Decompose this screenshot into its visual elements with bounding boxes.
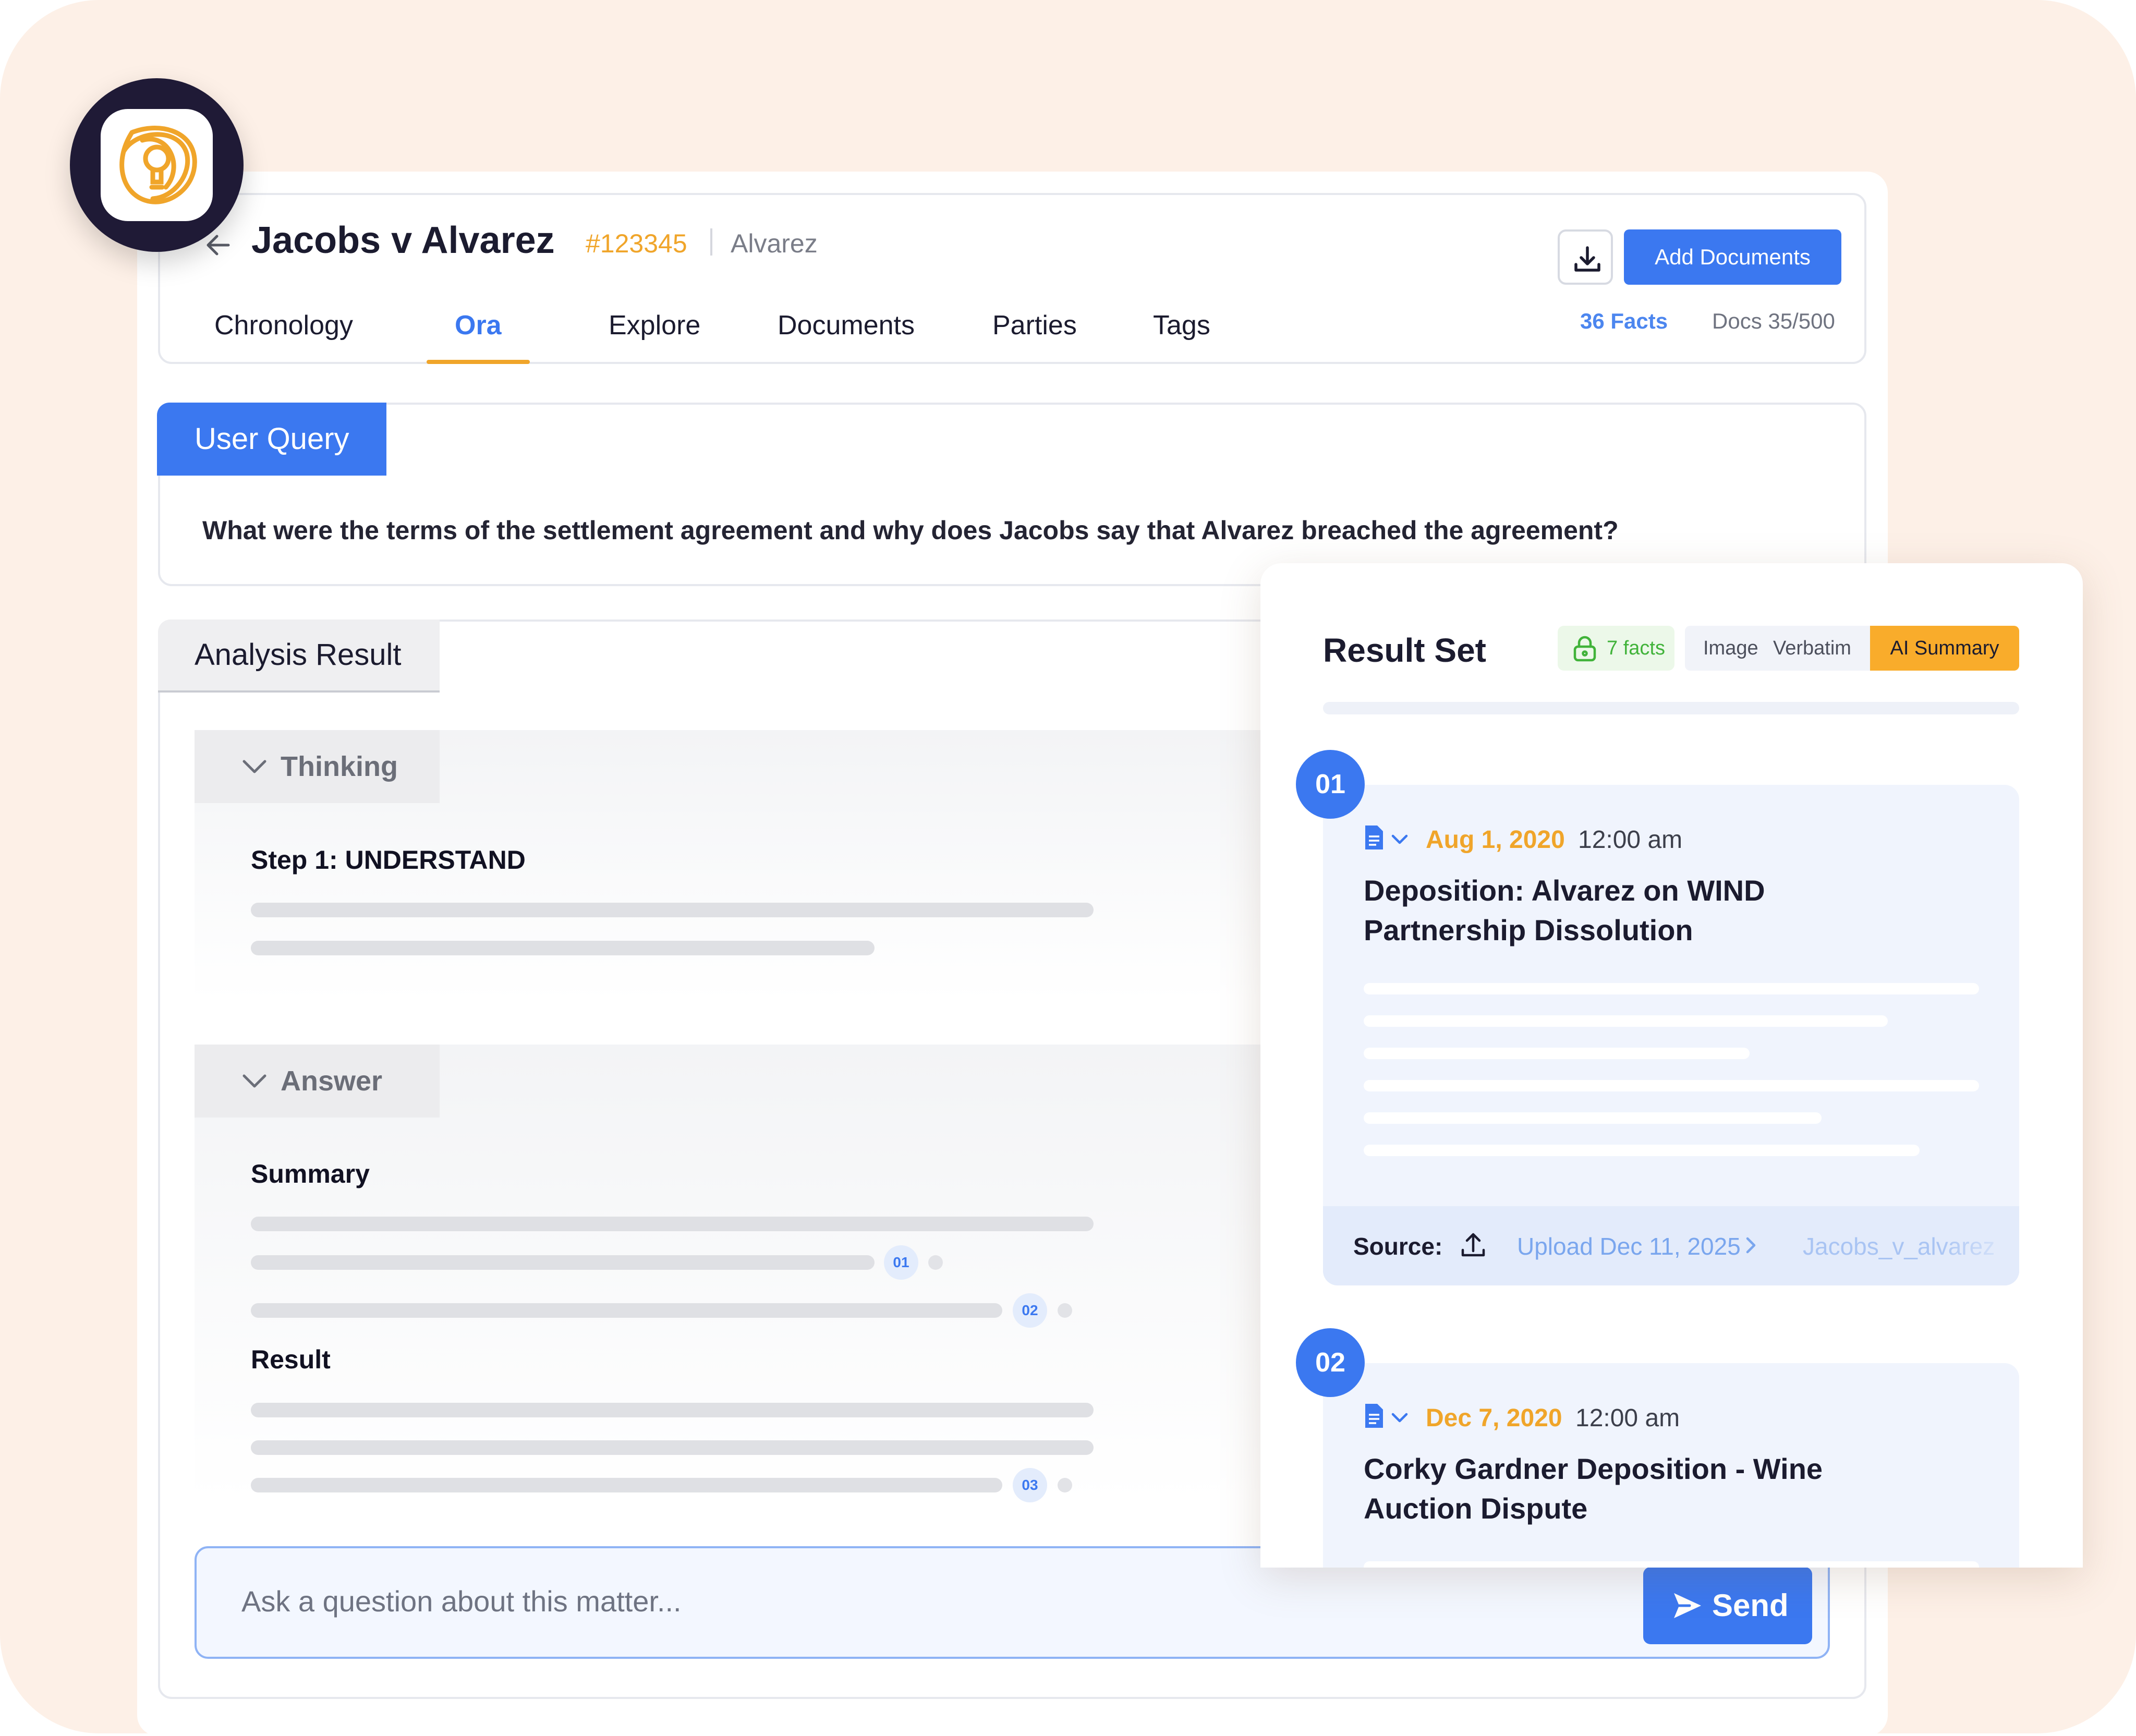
app-logo-icon bbox=[119, 126, 197, 204]
citation-badge[interactable]: 01 bbox=[884, 1245, 918, 1280]
fact-time: 12:00 am bbox=[1578, 826, 1683, 854]
placeholder-line bbox=[1364, 1112, 1822, 1124]
chevron-down-icon[interactable] bbox=[1391, 834, 1409, 845]
fact-date: Dec 7, 2020 bbox=[1426, 1404, 1562, 1432]
user-query-text: What were the terms of the settlement ag… bbox=[202, 516, 1619, 545]
analysis-result-tab[interactable]: Analysis Result bbox=[158, 620, 440, 693]
placeholder-line bbox=[1364, 983, 1979, 994]
placeholder-line bbox=[251, 1303, 1002, 1318]
step-heading: Step 1: UNDERSTAND bbox=[251, 845, 526, 875]
send-button[interactable]: Send bbox=[1643, 1567, 1812, 1644]
summary-heading: Summary bbox=[251, 1159, 370, 1188]
placeholder-line bbox=[251, 1478, 1002, 1492]
send-label: Send bbox=[1712, 1588, 1789, 1623]
title-divider bbox=[710, 228, 712, 256]
download-button[interactable] bbox=[1558, 229, 1613, 285]
download-icon bbox=[1574, 246, 1600, 272]
source-fade bbox=[1938, 1206, 2019, 1285]
answer-label: Answer bbox=[281, 1065, 383, 1097]
placeholder-line bbox=[251, 1217, 1094, 1231]
case-number: #123345 bbox=[586, 229, 687, 258]
tab-ora[interactable]: Ora bbox=[455, 310, 502, 341]
lock-icon bbox=[1573, 636, 1596, 662]
fact-number-badge: 01 bbox=[1296, 750, 1365, 819]
question-input-placeholder: Ask a question about this matter... bbox=[241, 1585, 682, 1618]
result-heading: Result bbox=[251, 1345, 331, 1374]
citation-dot bbox=[1058, 1478, 1072, 1492]
facts-count[interactable]: 36 Facts bbox=[1580, 309, 1668, 334]
app-logo bbox=[70, 78, 244, 252]
toggle-verbatim[interactable]: Verbatim bbox=[1773, 626, 1851, 671]
tab-chronology[interactable]: Chronology bbox=[214, 310, 353, 341]
placeholder-line bbox=[251, 1255, 875, 1270]
fact-card[interactable]: Aug 1, 2020 12:00 am Deposition: Alvarez… bbox=[1323, 785, 2019, 1285]
fact-date: Aug 1, 2020 bbox=[1426, 826, 1565, 854]
placeholder-line bbox=[1364, 1080, 1979, 1091]
upload-icon bbox=[1461, 1233, 1485, 1257]
chevron-down-icon bbox=[242, 1074, 266, 1088]
thinking-label: Thinking bbox=[281, 751, 398, 782]
fact-card[interactable]: Dec 7, 2020 12:00 am Corky Gardner Depos… bbox=[1323, 1363, 2019, 1568]
send-icon bbox=[1674, 1593, 1701, 1618]
citation-badge[interactable]: 03 bbox=[1013, 1468, 1047, 1502]
chevron-down-icon[interactable] bbox=[1391, 1412, 1409, 1424]
citation-badge[interactable]: 02 bbox=[1013, 1293, 1047, 1328]
placeholder-line bbox=[1364, 1015, 1888, 1027]
result-set-title: Result Set bbox=[1323, 632, 1486, 669]
placeholder-line bbox=[251, 941, 875, 955]
placeholder-line bbox=[1364, 1561, 1979, 1568]
placeholder-line bbox=[251, 1440, 1094, 1455]
chevron-right-icon bbox=[1746, 1237, 1756, 1254]
case-party: Alvarez bbox=[731, 229, 818, 258]
facts-chip[interactable]: 7 facts bbox=[1558, 626, 1674, 671]
user-query-card bbox=[158, 403, 1866, 586]
document-icon bbox=[1365, 825, 1383, 849]
citation-dot bbox=[1058, 1303, 1072, 1318]
tab-documents[interactable]: Documents bbox=[778, 310, 915, 341]
placeholder-line bbox=[1364, 1145, 1920, 1156]
fact-source: Source: Upload Dec 11, 2025 Jacobs_v_alv… bbox=[1323, 1206, 2019, 1285]
case-title: Jacobs v Alvarez bbox=[251, 220, 555, 261]
answer-toggle[interactable]: Answer bbox=[195, 1045, 440, 1118]
result-set-divider bbox=[1323, 702, 2019, 714]
fact-number-badge: 02 bbox=[1296, 1328, 1365, 1397]
placeholder-line bbox=[251, 1403, 1094, 1417]
view-toggle-group: Image Verbatim bbox=[1685, 626, 1870, 671]
thinking-toggle[interactable]: Thinking bbox=[195, 730, 440, 803]
source-upload-link[interactable]: Upload Dec 11, 2025 bbox=[1517, 1232, 1741, 1260]
document-icon bbox=[1365, 1404, 1383, 1428]
fact-title: Deposition: Alvarez on WIND Partnership … bbox=[1364, 874, 1765, 946]
fact-title: Corky Gardner Deposition - Wine Auction … bbox=[1364, 1452, 1823, 1525]
toggle-ai-summary[interactable]: AI Summary bbox=[1870, 626, 2019, 671]
tab-tags[interactable]: Tags bbox=[1153, 310, 1210, 341]
toggle-image[interactable]: Image bbox=[1703, 626, 1758, 671]
source-label: Source: bbox=[1353, 1233, 1443, 1260]
tab-explore[interactable]: Explore bbox=[609, 310, 700, 341]
facts-chip-label: 7 facts bbox=[1607, 637, 1665, 659]
placeholder-line bbox=[1364, 1048, 1750, 1059]
citation-dot bbox=[928, 1255, 943, 1270]
fact-time: 12:00 am bbox=[1575, 1404, 1680, 1432]
user-query-label: User Query bbox=[157, 403, 386, 476]
add-documents-button[interactable]: Add Documents bbox=[1624, 229, 1841, 285]
active-tab-indicator bbox=[427, 360, 530, 364]
app-logo-tile bbox=[101, 109, 213, 221]
docs-count: Docs 35/500 bbox=[1712, 309, 1835, 333]
placeholder-line bbox=[251, 903, 1094, 917]
chevron-down-icon bbox=[242, 760, 266, 773]
tab-parties[interactable]: Parties bbox=[992, 310, 1077, 341]
result-set-panel: Result Set 7 facts Image Verbatim AI Sum… bbox=[1260, 563, 2083, 1568]
